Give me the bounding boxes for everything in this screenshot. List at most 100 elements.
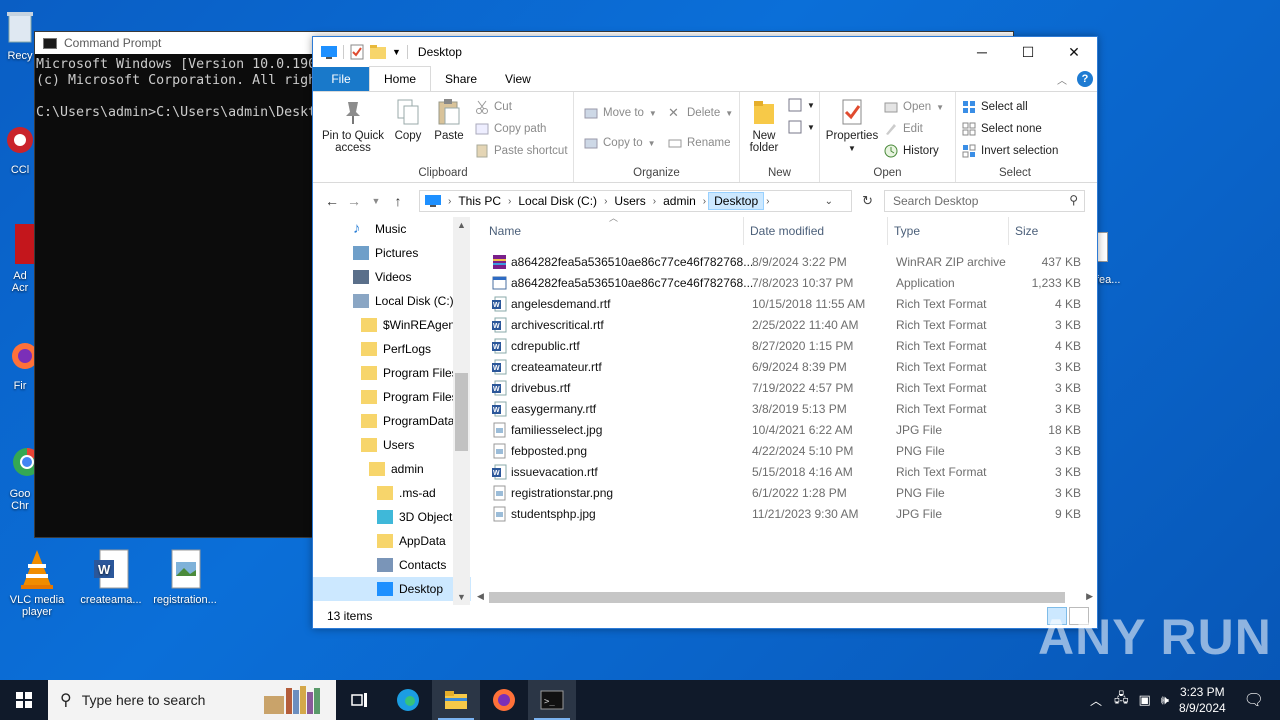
scroll-down-icon[interactable]: ▼: [453, 592, 470, 602]
tab-share[interactable]: Share: [431, 67, 491, 91]
rename-button[interactable]: Rename: [668, 136, 730, 150]
nav-item[interactable]: ♪ Music: [313, 217, 471, 241]
nav-item[interactable]: AppData: [313, 529, 471, 553]
search-box[interactable]: Search Desktop ⚲: [884, 190, 1085, 212]
nav-item[interactable]: admin: [313, 457, 471, 481]
open-button[interactable]: Open ▼: [884, 100, 944, 114]
file-row[interactable]: studentsphp.jpg 11/21/2023 9:30 AM JPG Fil…: [483, 504, 1089, 525]
select-none-button[interactable]: Select none: [962, 122, 1042, 136]
address-bar[interactable]: › This PC › Local Disk (C:) › Users › ad…: [419, 190, 873, 212]
nav-item[interactable]: Desktop: [313, 577, 471, 601]
properties-check-icon[interactable]: [350, 44, 364, 60]
column-size[interactable]: Size: [1009, 217, 1089, 245]
nav-item[interactable]: Local Disk (C:): [313, 289, 471, 313]
scroll-left-icon[interactable]: ◀: [477, 591, 484, 602]
device-icon[interactable]: ▣: [1138, 692, 1150, 708]
paste-button[interactable]: Paste: [431, 98, 467, 142]
history-button[interactable]: History: [884, 144, 939, 158]
navigation-pane[interactable]: ♪ Music Pictures Videos Local Disk (C:) $WinR…: [313, 217, 471, 605]
maximize-button[interactable]: ☐: [1005, 37, 1051, 67]
paste-shortcut-button[interactable]: Paste shortcut: [475, 144, 568, 158]
move-to-button[interactable]: Move to ▼: [584, 106, 657, 120]
taskbar-search-box[interactable]: ⚲ Type here to search: [48, 680, 336, 720]
breadcrumb-users[interactable]: Users: [609, 194, 650, 208]
file-row[interactable]: a864282fea5a536510ae86c77ce46f782768... 8…: [483, 252, 1089, 273]
back-button[interactable]: ←: [321, 193, 343, 209]
nav-item[interactable]: Pictures: [313, 241, 471, 265]
file-list[interactable]: ︿ Name Date modified Type Size a864282fe…: [483, 213, 1089, 605]
breadcrumb-admin[interactable]: admin: [658, 194, 701, 208]
nav-item[interactable]: .ms-ad: [313, 481, 471, 505]
collapse-ribbon-icon[interactable]: ︿: [1057, 72, 1067, 87]
file-row[interactable]: familiesselect.jpg 10/4/2021 6:22 AM JPG F…: [483, 420, 1089, 441]
file-row[interactable]: Weasygermany.rtf 3/8/2019 5:13 PM Rich Tex…: [483, 399, 1089, 420]
select-all-button[interactable]: Select all: [962, 100, 1028, 114]
nav-item[interactable]: Program Files: [313, 361, 471, 385]
file-row[interactable]: registrationstar.png 6/1/2022 1:28 PM PNG …: [483, 483, 1089, 504]
minimize-button[interactable]: ─: [959, 37, 1005, 67]
copy-button[interactable]: Copy: [391, 98, 425, 142]
desktop-icon-createamateur[interactable]: W createama...: [74, 548, 148, 606]
nav-item[interactable]: Program Files: [313, 385, 471, 409]
copy-to-button[interactable]: Copy to ▼: [584, 136, 656, 150]
network-icon[interactable]: 🖧: [1114, 689, 1129, 711]
nav-item[interactable]: $WinREAgent: [313, 313, 471, 337]
nav-item[interactable]: Users: [313, 433, 471, 457]
show-hidden-icons-icon[interactable]: ︿: [1090, 692, 1102, 709]
task-view-button[interactable]: [336, 680, 384, 720]
nav-item[interactable]: Videos: [313, 265, 471, 289]
desktop-icon-vlc[interactable]: VLC media player: [0, 548, 74, 618]
help-icon[interactable]: ?: [1077, 71, 1093, 87]
nav-item[interactable]: Contacts: [313, 553, 471, 577]
scroll-right-icon[interactable]: ▶: [1086, 591, 1093, 602]
new-folder-button[interactable]: New folder: [744, 98, 784, 154]
horizontal-scroll-thumb[interactable]: [489, 592, 1065, 603]
new-item-button[interactable]: ▼: [788, 98, 815, 112]
cut-button[interactable]: Cut: [475, 100, 512, 114]
copy-path-button[interactable]: Copy path: [475, 122, 546, 136]
delete-button[interactable]: ✕ Delete ▼: [668, 106, 733, 120]
up-button[interactable]: ↑: [387, 193, 409, 209]
tab-file[interactable]: File: [313, 67, 369, 91]
breadcrumb-local-disk[interactable]: Local Disk (C:): [513, 194, 602, 208]
desktop-icon-registration[interactable]: registration...: [148, 548, 222, 606]
file-row[interactable]: Wcreateamateur.rtf 6/9/2024 8:39 PM Rich T…: [483, 357, 1089, 378]
refresh-icon[interactable]: ↻: [862, 193, 873, 209]
scroll-up-icon[interactable]: ▲: [453, 220, 470, 230]
tab-view[interactable]: View: [491, 67, 545, 91]
column-type[interactable]: Type: [888, 217, 1009, 245]
file-explorer-window[interactable]: ▼ Desktop ─ ☐ ✕ File Home Share View ︿ ?…: [312, 36, 1098, 629]
easy-access-button[interactable]: ▼: [788, 120, 815, 134]
invert-selection-button[interactable]: Invert selection: [962, 144, 1058, 158]
clock[interactable]: 3:23 PM 8/9/2024: [1179, 684, 1226, 716]
taskbar-edge[interactable]: [384, 680, 432, 720]
tab-home[interactable]: Home: [369, 66, 432, 91]
close-button[interactable]: ✕: [1051, 37, 1097, 67]
taskbar-file-explorer[interactable]: [432, 680, 480, 720]
file-row[interactable]: a864282fea5a536510ae86c77ce46f782768... 7…: [483, 273, 1089, 294]
nav-scrollbar[interactable]: ▲ ▼: [453, 217, 470, 605]
nav-scroll-thumb[interactable]: [455, 373, 468, 451]
nav-item[interactable]: ProgramData: [313, 409, 471, 433]
qa-dropdown-icon[interactable]: ▼: [392, 47, 401, 57]
taskbar-command-prompt[interactable]: >_: [528, 680, 576, 720]
column-name[interactable]: Name: [483, 217, 744, 245]
forward-button[interactable]: →: [343, 193, 365, 209]
breadcrumb-this-pc[interactable]: This PC: [453, 194, 506, 208]
file-row[interactable]: febposted.png 4/22/2024 5:10 PM PNG File 3 …: [483, 441, 1089, 462]
volume-icon[interactable]: 🕪: [1161, 692, 1169, 708]
nav-item[interactable]: 3D Objects: [313, 505, 471, 529]
pin-quick-access-button[interactable]: Pin to Quick access: [317, 98, 389, 154]
file-row[interactable]: Wissuevacation.rtf 5/15/2018 4:16 AM Rich …: [483, 462, 1089, 483]
address-dropdown-icon[interactable]: ⌄: [825, 196, 833, 207]
breadcrumb-desktop[interactable]: Desktop: [708, 192, 765, 210]
column-date-modified[interactable]: Date modified: [744, 217, 888, 245]
desktop-icon-partial-file[interactable]: fea...: [1096, 232, 1120, 286]
new-folder-qa-icon[interactable]: [370, 45, 386, 59]
edit-button[interactable]: Edit: [884, 122, 923, 136]
start-button[interactable]: [0, 680, 48, 720]
file-row[interactable]: Wdrivebus.rtf 7/19/2022 4:57 PM Rich Text …: [483, 378, 1089, 399]
properties-button[interactable]: Properties ▼: [822, 98, 882, 155]
taskbar-firefox[interactable]: [480, 680, 528, 720]
explorer-titlebar[interactable]: ▼ Desktop ─ ☐ ✕: [313, 37, 1097, 67]
